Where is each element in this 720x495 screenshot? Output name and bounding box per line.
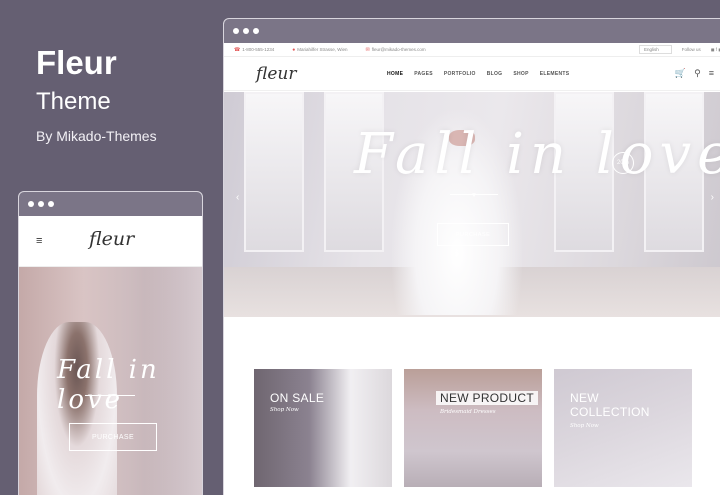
promo-cards: ON SALE Shop Now NEW PRODUCT Bridesmaid … xyxy=(254,369,692,487)
topbar-address: ● Mariahilfer Strasse, Wien xyxy=(292,46,348,53)
nav-item-shop[interactable]: SHOP xyxy=(513,71,528,77)
brand-block: Fleur Theme By Mikado-Themes xyxy=(36,44,157,144)
nav-item-blog[interactable]: BLOG xyxy=(487,71,503,77)
site-logo[interactable]: fleur xyxy=(256,64,296,84)
nav-item-portfolio[interactable]: PORTFOLIO xyxy=(444,71,476,77)
hero-title: Fall in love xyxy=(354,122,720,187)
card-title: NEW COLLECTION xyxy=(570,391,650,419)
card-subtitle[interactable]: Bridesmaid Dresses xyxy=(440,409,496,415)
window-dot-icon xyxy=(38,201,44,207)
nav-icons: 🛒 ⚲ ≡ xyxy=(675,68,714,79)
mobile-window-bar xyxy=(19,192,202,216)
slider-prev-icon[interactable]: ‹ xyxy=(236,192,239,203)
brand-title: Fleur xyxy=(36,44,117,81)
mobile-preview-window: ≡ fleur Fall in love ♥ PURCHASE xyxy=(18,191,203,495)
hero-bg-window xyxy=(244,92,304,252)
nav-item-home[interactable]: HOME xyxy=(387,71,403,77)
slider-next-icon[interactable]: › xyxy=(711,192,714,203)
phone-icon: ☎ xyxy=(234,46,241,53)
cart-icon[interactable]: 🛒 xyxy=(675,68,686,79)
top-info-bar: ☎ 1-800-555-1234 ● Mariahilfer Strasse, Wi… xyxy=(224,43,720,57)
card-subtitle[interactable]: Shop Now xyxy=(270,407,299,413)
brand-subtitle: Theme xyxy=(36,88,111,115)
mobile-hero: Fall in love ♥ PURCHASE xyxy=(19,267,202,495)
hero-slider: Fall in love ♥ PURCHASE 20% ‹ › ? 🛒 xyxy=(224,92,720,317)
hero-purchase-button[interactable]: PURCHASE xyxy=(437,223,509,246)
window-dot-icon xyxy=(253,28,259,34)
nav-item-elements[interactable]: ELEMENTS xyxy=(540,71,570,77)
nav-menu: HOME PAGES PORTFOLIO BLOG SHOP ELEMENTS xyxy=(387,71,569,77)
card-title: NEW PRODUCT xyxy=(436,391,538,405)
mobile-logo[interactable]: fleur xyxy=(89,228,134,250)
mail-icon: ✉ xyxy=(365,46,370,53)
card-title: ON SALE xyxy=(270,391,325,405)
promo-card-new-product[interactable]: NEW PRODUCT Bridesmaid Dresses xyxy=(404,369,542,487)
mobile-purchase-button[interactable]: PURCHASE xyxy=(69,423,157,451)
language-select[interactable]: English xyxy=(638,45,672,54)
window-dot-icon xyxy=(243,28,249,34)
search-icon[interactable]: ⚲ xyxy=(694,68,701,79)
follow-label: Follow us xyxy=(681,47,701,52)
topbar-email[interactable]: ✉ fleur@mikado-themes.com xyxy=(366,47,426,53)
heart-divider-icon: ♥ xyxy=(85,393,135,400)
mobile-hero-title: Fall in love xyxy=(57,355,160,415)
desktop-window-bar xyxy=(224,19,720,43)
promo-card-sale[interactable]: ON SALE Shop Now xyxy=(254,369,392,487)
location-icon: ● xyxy=(292,46,296,53)
promo-card-new-collection[interactable]: NEW COLLECTION Shop Now xyxy=(554,369,692,487)
menu-icon[interactable]: ≡ xyxy=(709,68,714,79)
topbar-right: English Follow us ◼ f ◼ xyxy=(638,45,720,54)
nav-item-pages[interactable]: PAGES xyxy=(414,71,433,77)
main-navigation: fleur HOME PAGES PORTFOLIO BLOG SHOP ELE… xyxy=(224,57,720,91)
hamburger-menu-icon[interactable]: ≡ xyxy=(36,235,42,247)
desktop-preview-window: ☎ 1-800-555-1234 ● Mariahilfer Strasse, Wi… xyxy=(223,18,720,495)
heart-divider-icon: ♥ xyxy=(450,192,498,202)
social-icons[interactable]: ◼ f ◼ xyxy=(711,47,720,53)
mobile-header: ≡ fleur xyxy=(19,216,202,267)
window-dot-icon xyxy=(28,201,34,207)
brand-author: By Mikado-Themes xyxy=(36,128,157,144)
window-dot-icon xyxy=(48,201,54,207)
discount-badge: 20% xyxy=(612,152,634,174)
topbar-phone[interactable]: ☎ 1-800-555-1234 xyxy=(234,47,274,53)
card-subtitle[interactable]: Shop Now xyxy=(570,423,599,429)
window-dot-icon xyxy=(233,28,239,34)
